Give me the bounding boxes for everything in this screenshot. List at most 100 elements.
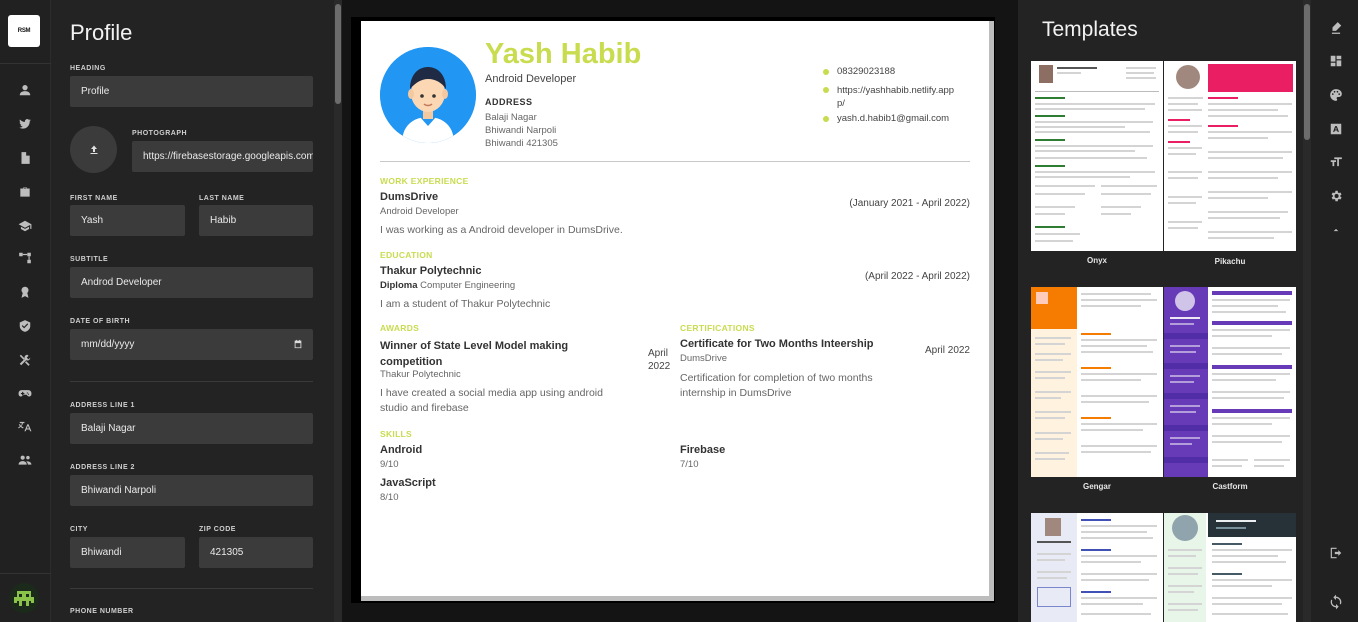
template-thumbnail-pikachu[interactable]: [1164, 61, 1296, 251]
languages-translate-icon[interactable]: [17, 418, 33, 434]
last-name-label: LAST NAME: [199, 195, 245, 202]
templates-panel: Templates Onyx Pikachu Gengar Castform: [1018, 0, 1303, 622]
template-thumbnail[interactable]: [1031, 513, 1163, 622]
dob-input[interactable]: mm/dd/yyyy: [70, 329, 313, 360]
cert-summary-line: Certification for completion of two mont…: [680, 372, 873, 384]
phone-icon: [823, 69, 829, 75]
phone-text: 08329023188: [837, 66, 896, 77]
certifications-heading: CERTIFICATIONS: [680, 323, 755, 333]
education-institution: Thakur Polytechnic: [380, 265, 482, 277]
layout-dashboard-icon[interactable]: [1329, 54, 1343, 68]
subtitle-label: SUBTITLE: [70, 256, 109, 263]
award-awarder: Thakur Polytechnic: [380, 369, 461, 380]
templates-stamp-icon[interactable]: [1329, 21, 1343, 35]
calendar-icon[interactable]: [293, 339, 303, 349]
sync-refresh-icon[interactable]: [1328, 594, 1344, 610]
left-sidebar: RSM: [0, 0, 51, 622]
thumb-photo: [1175, 291, 1195, 311]
thumb-header: [1208, 513, 1296, 537]
awards-medal-icon[interactable]: [17, 284, 33, 300]
logout-icon[interactable]: [1329, 546, 1343, 560]
section-divider: [70, 381, 313, 382]
caret-up-icon[interactable]: [1329, 223, 1343, 237]
thumb-header: [1208, 64, 1293, 92]
colors-palette-icon[interactable]: [1329, 88, 1343, 102]
thumb-photo: [1045, 518, 1061, 536]
user-avatar[interactable]: [9, 583, 39, 613]
certification-summary: Certification for completion of two mont…: [680, 371, 873, 401]
education-summary: I am a student of Thakur Polytechnic: [380, 298, 551, 310]
skills-tools-icon[interactable]: [17, 352, 33, 368]
settings-gear-icon[interactable]: [1329, 189, 1343, 203]
template-thumbnail-castform[interactable]: [1164, 287, 1296, 477]
profile-icon[interactable]: [17, 82, 33, 98]
references-people-icon[interactable]: [17, 452, 33, 468]
address-line1-input[interactable]: Balaji Nagar: [70, 413, 313, 444]
address-line2-input[interactable]: Bhiwandi Narpoli: [70, 475, 313, 506]
photograph-url-input[interactable]: https://firebasestorage.googleapis.com: [132, 141, 313, 172]
award-date-line: 2022: [648, 361, 671, 372]
templates-scrollbar-thumb[interactable]: [1304, 4, 1310, 140]
education-heading: EDUCATION: [380, 250, 433, 260]
work-heading: WORK EXPERIENCE: [380, 176, 469, 186]
skills-heading: SKILLS: [380, 429, 413, 439]
hobbies-gamepad-icon[interactable]: [17, 385, 33, 401]
award-title-line: competition: [380, 356, 443, 368]
education-cap-icon[interactable]: [17, 218, 33, 234]
photo-upload-button[interactable]: [70, 126, 117, 173]
objective-document-icon[interactable]: [17, 150, 33, 166]
panel-title: Profile: [70, 20, 133, 45]
award-summary-line: I have created a social media app using …: [380, 387, 603, 399]
section-divider: [70, 588, 313, 589]
skill-level: 8/10: [380, 492, 399, 503]
template-thumbnail[interactable]: [1164, 513, 1296, 622]
website-text: https://yashhabib.netlify.app p/: [837, 84, 954, 110]
city-input[interactable]: Bhiwandi: [70, 537, 185, 568]
thumb-box: [1037, 587, 1071, 607]
first-name-input[interactable]: Yash: [70, 205, 185, 236]
work-dates: (January 2021 - April 2022): [849, 198, 970, 209]
address-line1-label: ADDRESS LINE 1: [70, 402, 135, 409]
heading-label: HEADING: [70, 65, 106, 72]
form-scrollbar-thumb[interactable]: [335, 4, 341, 104]
certifications-shield-icon[interactable]: [17, 318, 33, 334]
resume-phone: 08329023188: [823, 66, 895, 77]
degree-field: Computer Engineering: [417, 280, 516, 291]
thumb-sidebar: [1031, 329, 1077, 477]
template-name: Onyx: [1086, 256, 1107, 265]
zip-code-label: ZIP CODE: [199, 526, 236, 533]
template-thumbnail-onyx[interactable]: [1031, 61, 1163, 251]
award-summary: I have created a social media app using …: [380, 386, 603, 416]
award-title-line: Winner of State Level Model making: [380, 340, 569, 352]
city-label: CITY: [70, 526, 88, 533]
social-twitter-icon[interactable]: [17, 116, 33, 132]
first-name-label: FIRST NAME: [70, 195, 118, 202]
projects-flow-icon[interactable]: [17, 250, 33, 266]
resume-address-line: Bhiwandi Narpoli: [485, 125, 557, 136]
last-name-input[interactable]: Habib: [199, 205, 313, 236]
fonts-letter-icon[interactable]: [1329, 122, 1343, 136]
rail-divider: [0, 63, 51, 64]
resume-subtitle: Android Developer: [485, 73, 577, 85]
work-role: Android Developer: [380, 206, 459, 217]
resume-page: Yash Habib Android Developer ADDRESS Bal…: [361, 21, 989, 597]
work-briefcase-icon[interactable]: [17, 184, 33, 200]
zip-code-input[interactable]: 421305: [199, 537, 313, 568]
resume-email[interactable]: yash.d.habib1@gmail.com: [823, 113, 949, 124]
resume-address-line: Bhiwandi 421305: [485, 138, 558, 149]
app-logo[interactable]: RSM: [8, 15, 40, 47]
phone-number-label: PHONE NUMBER: [70, 608, 134, 615]
resume-website[interactable]: https://yashhabib.netlify.app p/: [823, 84, 954, 110]
website-line: https://yashhabib.netlify.app: [837, 85, 955, 96]
template-thumbnail-gengar[interactable]: [1031, 287, 1163, 477]
education-dates: (April 2022 - April 2022): [864, 271, 970, 282]
skill-level: 9/10: [380, 459, 399, 470]
text-size-icon[interactable]: [1329, 155, 1343, 169]
thumb-photo: [1176, 65, 1200, 89]
heading-input[interactable]: Profile: [70, 76, 313, 107]
resume-photo: [380, 47, 476, 143]
resume-name: Yash Habib: [485, 38, 642, 70]
subtitle-input[interactable]: Androd Developer: [70, 267, 313, 298]
work-summary: I was working as a Android developer in …: [380, 224, 623, 236]
cert-summary-line: internship in DumsDrive: [680, 387, 792, 399]
